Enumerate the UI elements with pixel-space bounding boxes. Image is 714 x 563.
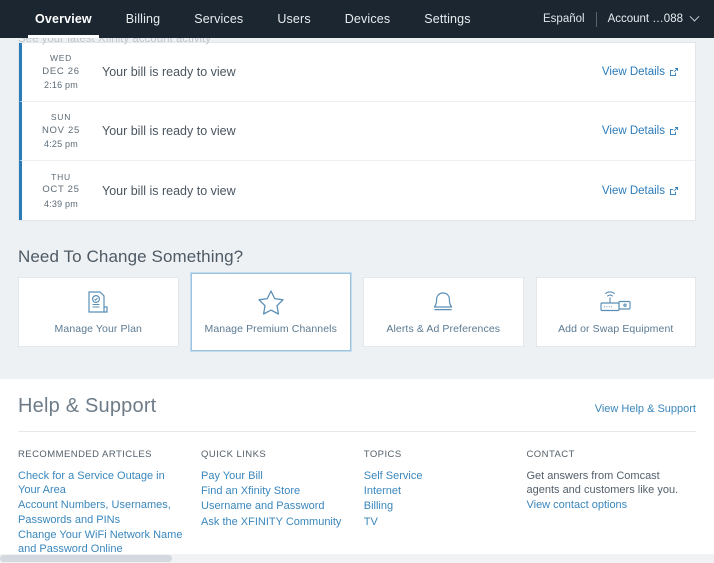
external-link-icon <box>669 186 679 196</box>
contact-description: Get answers from Comcast agents and cust… <box>526 470 679 497</box>
change-section-title: Need To Change Something? <box>18 247 244 266</box>
list-item[interactable]: TV <box>364 515 513 529</box>
horizontal-scrollbar-thumb[interactable] <box>0 555 172 562</box>
view-details-link[interactable]: View Details <box>602 66 695 78</box>
list-item[interactable]: Ask the XFINITY Community <box>201 515 350 529</box>
list-item[interactable]: Change Your WiFi Network Name and Passwo… <box>18 528 187 556</box>
help-column-topics: TOPICS Self Service Internet Billing TV <box>364 449 527 557</box>
tile-manage-your-plan[interactable]: Manage Your Plan <box>18 277 179 347</box>
nav-item-label: Users <box>277 12 311 26</box>
help-columns: RECOMMENDED ARTICLES Check for a Service… <box>18 449 696 557</box>
nav-item-label: Billing <box>125 12 161 26</box>
bell-icon <box>431 290 455 316</box>
content-wrapper: WED DEC 26 2:16 pm Your bill is ready to… <box>0 42 714 351</box>
activity-date: WED DEC 26 2:16 pm <box>22 52 94 92</box>
view-help-support-link[interactable]: View Help & Support <box>595 403 696 415</box>
view-details-link[interactable]: View Details <box>602 125 695 137</box>
table-row[interactable]: WED DEC 26 2:16 pm Your bill is ready to… <box>19 43 695 102</box>
help-title: Help & Support <box>18 395 157 417</box>
chevron-down-icon <box>689 11 700 22</box>
activity-date: THU OCT 25 4:39 pm <box>22 171 94 211</box>
nav-item-billing[interactable]: Billing <box>109 0 177 38</box>
account-label: Account …088 <box>607 13 683 25</box>
activity-description: Your bill is ready to view <box>102 183 236 198</box>
view-details-label: View Details <box>601 125 665 137</box>
nav-item-overview[interactable]: Overview <box>18 0 109 38</box>
nav-item-devices[interactable]: Devices <box>328 0 408 38</box>
help-column-heading: QUICK LINKS <box>201 449 267 460</box>
recent-activity-card: WED DEC 26 2:16 pm Your bill is ready to… <box>18 42 696 221</box>
activity-date: SUN NOV 25 4:25 pm <box>22 111 94 151</box>
top-navigation-bar: Overview Billing Services Users Devices … <box>0 0 714 38</box>
activity-month-day: DEC 26 <box>42 65 80 77</box>
tile-label: Add or Swap Equipment <box>558 322 674 335</box>
horizontal-scrollbar[interactable] <box>0 554 714 563</box>
nav-item-label: Settings <box>424 12 471 26</box>
view-details-label: View Details <box>601 66 665 78</box>
nav-item-users[interactable]: Users <box>260 0 327 38</box>
external-link-icon <box>669 67 679 77</box>
account-menu[interactable]: Account …088 <box>597 11 700 25</box>
nav-item-label: Services <box>194 12 244 26</box>
list-item[interactable]: Self Service <box>364 469 513 483</box>
table-row[interactable]: THU OCT 25 4:39 pm Your bill is ready to… <box>19 161 695 220</box>
help-and-support-section: Help & Support View Help & Support RECOM… <box>0 379 714 563</box>
nav-item-services[interactable]: Services <box>177 0 260 38</box>
list-item[interactable]: Username and Password <box>201 499 350 513</box>
help-column-contact: CONTACT Get answers from Comcast agents … <box>526 449 696 557</box>
nav-items: Overview Billing Services Users Devices … <box>0 0 488 38</box>
star-outline-icon <box>257 290 285 316</box>
list-item[interactable]: Check for a Service Outage in Your Area <box>18 469 187 497</box>
language-toggle[interactable]: Español <box>543 13 596 25</box>
list-item[interactable]: Billing <box>364 499 513 513</box>
help-column-heading: TOPICS <box>363 449 402 460</box>
nav-item-settings[interactable]: Settings <box>407 0 487 38</box>
list-item[interactable]: Account Numbers, Usernames, Passwords an… <box>18 498 187 526</box>
activity-month-day: OCT 25 <box>42 184 80 196</box>
help-column-recommended-articles: RECOMMENDED ARTICLES Check for a Service… <box>18 449 201 557</box>
activity-description: Your bill is ready to view <box>102 65 236 79</box>
activity-description: Your bill is ready to view <box>102 124 236 138</box>
external-link-icon <box>669 126 679 136</box>
nav-item-label: Devices <box>344 12 391 26</box>
list-item[interactable]: Internet <box>364 484 513 498</box>
tile-label: Manage Your Plan <box>54 322 142 335</box>
tile-manage-premium-channels[interactable]: Manage Premium Channels <box>190 273 351 351</box>
nav-item-label: Overview <box>35 12 92 26</box>
activity-time: 4:39 pm <box>44 198 78 209</box>
nav-utility-area: Español Account …088 <box>543 0 714 38</box>
tile-label: Alerts & Ad Preferences <box>386 322 501 335</box>
tile-add-or-swap-equipment[interactable]: Add or Swap Equipment <box>535 277 696 347</box>
help-header: Help & Support View Help & Support <box>18 395 696 432</box>
activity-day-of-week: THU <box>51 171 71 182</box>
router-icon <box>599 290 633 316</box>
list-item[interactable]: Find an Xfinity Store <box>201 484 350 498</box>
view-details-label: View Details <box>601 184 665 197</box>
tile-label: Manage Premium Channels <box>204 322 337 335</box>
activity-day-of-week: WED <box>49 53 73 64</box>
activity-time: 4:25 pm <box>44 139 78 150</box>
table-row[interactable]: SUN NOV 25 4:25 pm Your bill is ready to… <box>19 102 695 161</box>
change-tiles: Manage Your Plan Manage Premium Channels <box>18 273 696 351</box>
tile-alerts-ad-preferences[interactable]: Alerts & Ad Preferences <box>363 277 524 347</box>
list-item[interactable]: Pay Your Bill <box>201 469 350 483</box>
activity-day-of-week: SUN <box>50 112 72 123</box>
view-details-link[interactable]: View Details <box>602 185 695 197</box>
help-column-quick-links: QUICK LINKS Pay Your Bill Find an Xfinit… <box>201 449 364 557</box>
help-column-heading: CONTACT <box>526 449 575 460</box>
page-content: WED DEC 26 2:16 pm Your bill is ready to… <box>0 0 714 563</box>
view-contact-options-link[interactable]: View contact options <box>526 498 682 512</box>
help-column-heading: RECOMMENDED ARTICLES <box>18 449 152 460</box>
activity-month-day: NOV 25 <box>42 124 80 136</box>
document-check-icon <box>86 290 110 316</box>
activity-time: 2:16 pm <box>44 80 78 91</box>
